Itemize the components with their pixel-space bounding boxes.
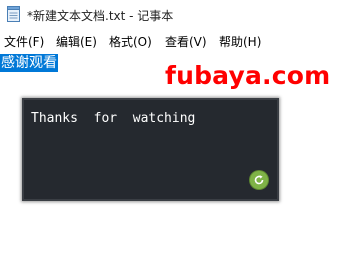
- selected-text[interactable]: 感谢观看: [0, 54, 58, 72]
- menu-file[interactable]: 文件(F): [4, 33, 44, 50]
- menu-format[interactable]: 格式(O): [109, 33, 152, 50]
- popup-message: Thanks for watching: [31, 111, 196, 126]
- watermark-text: fubaya.com: [165, 61, 331, 90]
- message-popup: Thanks for watching: [22, 98, 279, 201]
- title-bar: *新建文本文档.txt - 记事本: [0, 0, 351, 31]
- menu-edit[interactable]: 编辑(E): [56, 33, 97, 50]
- text-editor[interactable]: 感谢观看 fubaya.com Thanks for watching: [0, 51, 351, 267]
- window-title: *新建文本文档.txt - 记事本: [27, 9, 174, 23]
- refresh-icon: [254, 175, 264, 185]
- notepad-icon: [7, 6, 20, 22]
- menu-bar: 文件(F) 编辑(E) 格式(O) 查看(V) 帮助(H): [0, 31, 351, 51]
- menu-help[interactable]: 帮助(H): [219, 33, 261, 50]
- refresh-button[interactable]: [250, 171, 268, 189]
- menu-view[interactable]: 查看(V): [165, 33, 207, 50]
